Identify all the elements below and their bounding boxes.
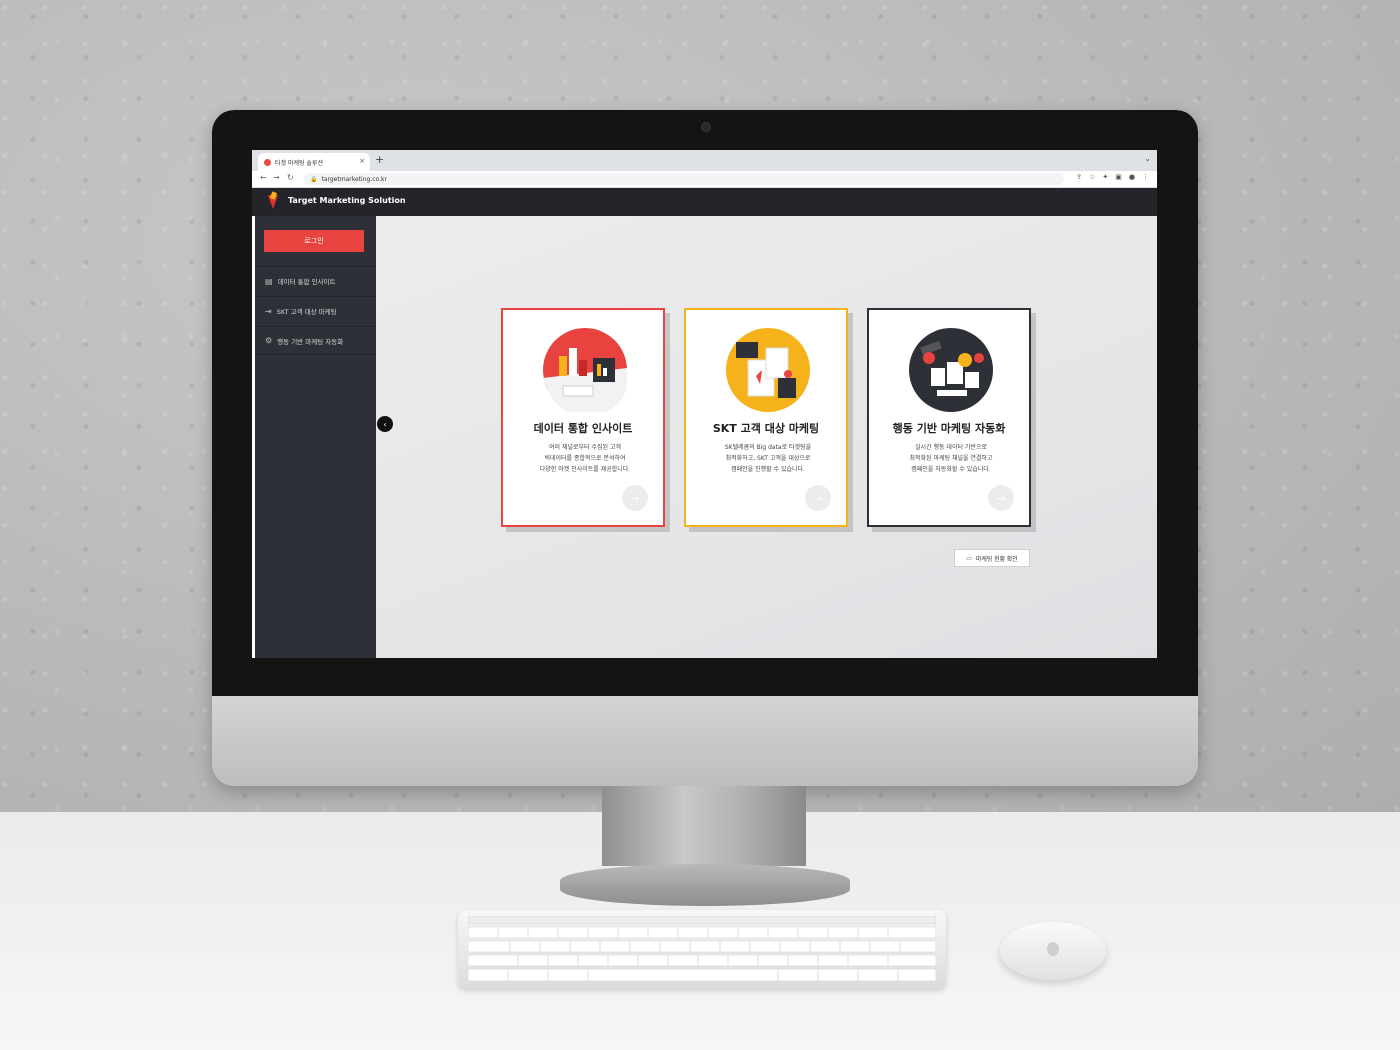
apple-logo-icon bbox=[1047, 942, 1059, 956]
card-title: 데이터 통합 인사이트 bbox=[533, 422, 633, 435]
arrow-right-icon[interactable]: → bbox=[622, 485, 648, 511]
chart-icon: ▤ bbox=[265, 276, 273, 286]
monitor-stand bbox=[602, 786, 806, 866]
login-button[interactable]: 로그인 bbox=[264, 230, 364, 252]
card-title: SKT 고객 대상 마케팅 bbox=[712, 422, 820, 435]
data-insight-illustration bbox=[543, 328, 627, 412]
export-icon: ⇥ bbox=[265, 306, 272, 316]
card-skt-marketing[interactable]: SKT 고객 대상 마케팅 SK텔레콤의 Big data로 타겟팅을 최적화하… bbox=[684, 308, 848, 527]
sidebar: 로그인 ▤ 데이터 통합 인사이트 ⇥ SKT 고객 대상 마케팅 ⚙ 행동 기… bbox=[255, 216, 376, 658]
main-content: 데이터 통합 인사이트 여러 채널로부터 수집된 고객 빅데이터를 종합적으로 … bbox=[376, 216, 1157, 658]
sidebar-item-skt-marketing[interactable]: ⇥ SKT 고객 대상 마케팅 bbox=[255, 296, 376, 325]
monitor-chin bbox=[212, 696, 1198, 786]
browser-toolbar: ← → ↻ 🔒 targetmarketing.co.kr ⇪ ☆ ✦ ▣ ● … bbox=[252, 171, 1157, 188]
forward-icon[interactable]: → bbox=[273, 173, 280, 182]
sidepanel-icon[interactable]: ▣ bbox=[1115, 173, 1122, 181]
sidebar-item-data-insight[interactable]: ▤ 데이터 통합 인사이트 bbox=[255, 266, 376, 295]
skt-marketing-illustration bbox=[726, 328, 810, 412]
new-tab-icon[interactable]: + bbox=[375, 153, 384, 166]
card-description: 여러 채널로부터 수집된 고객 빅데이터를 종합적으로 분석하여 다양한 마켓 … bbox=[539, 444, 631, 473]
menu-icon[interactable]: ⋮ bbox=[1142, 173, 1149, 181]
extensions-icon[interactable]: ✦ bbox=[1102, 173, 1108, 181]
card-title: 행동 기반 마케팅 자동화 bbox=[892, 422, 1006, 435]
profile-icon[interactable]: ● bbox=[1129, 173, 1135, 181]
gear-icon: ⚙ bbox=[265, 336, 273, 345]
card-automation[interactable]: 행동 기반 마케팅 자동화 실시간 행동 데이터 기반으로 최적화된 마케팅 채… bbox=[867, 308, 1031, 527]
screen: 타겟 마케팅 솔루션 × + ⌄ ← → ↻ 🔒 targetmarketing… bbox=[252, 150, 1157, 658]
marketing-status-button[interactable]: ▭ 마케팅 현황 확인 bbox=[954, 549, 1030, 567]
card-data-insight[interactable]: 데이터 통합 인사이트 여러 채널로부터 수집된 고객 빅데이터를 종합적으로 … bbox=[501, 308, 665, 527]
sidebar-item-label: 행동 기반 마케팅 자동화 bbox=[277, 337, 344, 346]
browser-tab[interactable]: 타겟 마케팅 솔루션 × bbox=[258, 153, 370, 171]
calendar-icon: ▭ bbox=[966, 555, 972, 562]
logo-icon bbox=[268, 195, 278, 209]
brand-name: Target Marketing Solution bbox=[288, 196, 406, 205]
card-description: SK텔레콤의 Big data로 타겟팅을 최적화하고, SKT 고객을 대상으… bbox=[724, 444, 812, 473]
tab-title: 타겟 마케팅 솔루션 bbox=[275, 159, 323, 167]
browser-tab-bar: 타겟 마케팅 솔루션 × + ⌄ bbox=[252, 150, 1157, 171]
back-icon[interactable]: ← bbox=[260, 173, 267, 182]
bookmark-star-icon[interactable]: ☆ bbox=[1089, 173, 1095, 181]
sidebar-item-automation[interactable]: ⚙ 행동 기반 마케팅 자동화 bbox=[255, 326, 376, 355]
keyboard bbox=[458, 910, 946, 988]
card-description: 실시간 행동 데이터 기반으로 최적화된 마케팅 채널을 연결하고 캠페인을 자… bbox=[909, 444, 993, 473]
url-text: targetmarketing.co.kr bbox=[321, 175, 387, 183]
address-bar[interactable]: 🔒 targetmarketing.co.kr bbox=[304, 173, 1064, 185]
sidebar-collapse-button[interactable]: ‹ bbox=[377, 416, 393, 432]
sidebar-item-label: 데이터 통합 인사이트 bbox=[277, 278, 336, 286]
automation-illustration bbox=[909, 328, 993, 412]
tab-close-icon[interactable]: × bbox=[359, 157, 365, 165]
lock-icon: 🔒 bbox=[310, 175, 318, 183]
sidebar-item-label: SKT 고객 대상 마케팅 bbox=[276, 308, 337, 316]
arrow-right-icon[interactable]: → bbox=[805, 485, 831, 511]
tab-search-icon[interactable]: ⌄ bbox=[1144, 154, 1151, 163]
status-button-label: 마케팅 현황 확인 bbox=[975, 556, 1018, 563]
arrow-right-icon[interactable]: → bbox=[988, 485, 1014, 511]
browser-actions: ⇪ ☆ ✦ ▣ ● ⋮ bbox=[1076, 173, 1149, 181]
monitor-stand-base bbox=[560, 864, 850, 906]
keyboard-keys bbox=[468, 916, 936, 982]
app-header: Target Marketing Solution bbox=[252, 188, 1157, 216]
reload-icon[interactable]: ↻ bbox=[287, 173, 294, 182]
mouse bbox=[1000, 922, 1106, 980]
camera-icon bbox=[701, 122, 711, 132]
favicon-icon bbox=[264, 158, 271, 166]
share-icon[interactable]: ⇪ bbox=[1076, 173, 1082, 181]
